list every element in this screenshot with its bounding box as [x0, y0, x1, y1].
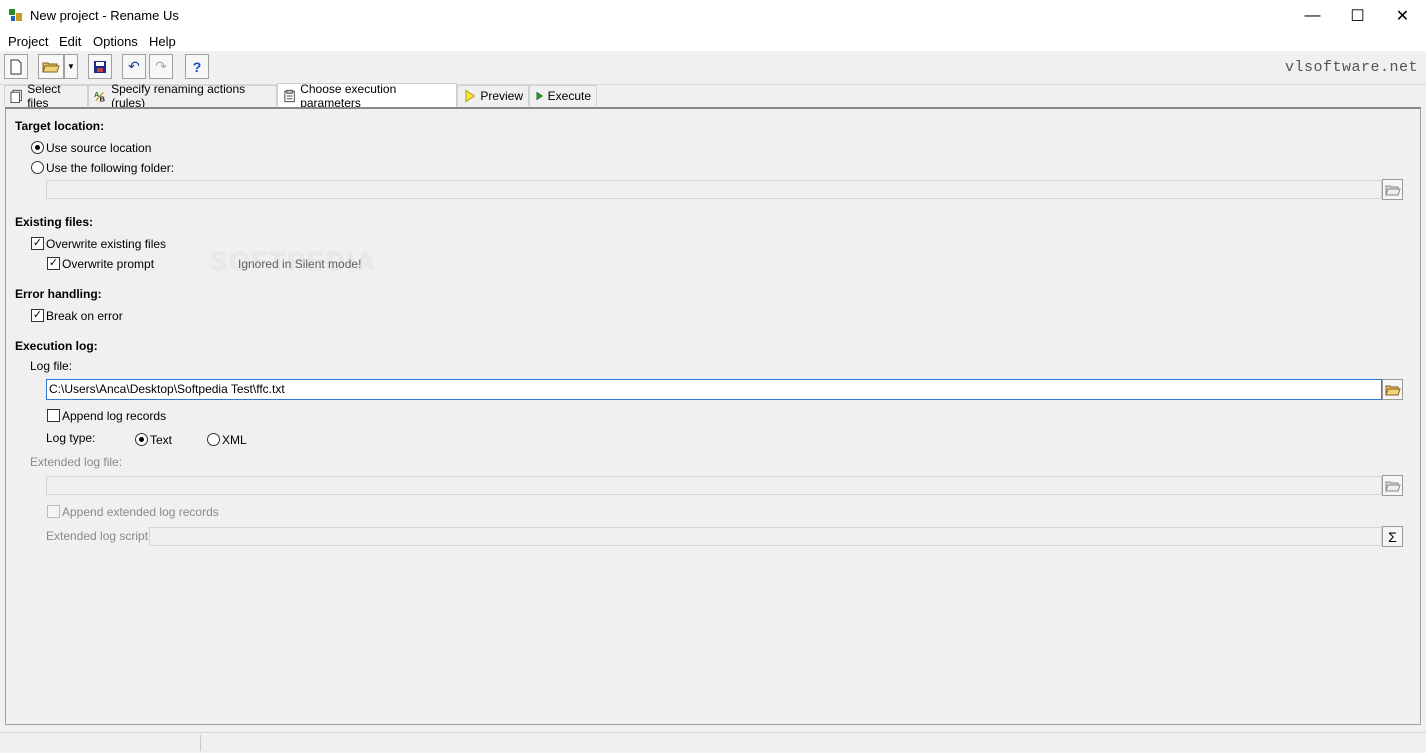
tab-label: Execute [547, 89, 591, 103]
folder-open-icon [1384, 481, 1401, 491]
overwrite-checkbox[interactable]: ✓ [31, 237, 44, 250]
extended-script-field[interactable] [149, 527, 1382, 546]
tab-label: Choose execution parameters [300, 81, 397, 110]
target-location-heading: Target location: [15, 119, 105, 133]
new-button[interactable] [4, 54, 28, 79]
menu-options[interactable]: Options [93, 34, 138, 49]
close-button[interactable]: ✕ [1380, 0, 1425, 31]
break-on-error-checkbox[interactable]: ✓ [31, 309, 44, 322]
log-type-text-label: Text [150, 433, 173, 447]
open-dropdown-button[interactable]: ▼ [64, 54, 78, 79]
overwrite-prompt-checkbox[interactable]: ✓ [47, 257, 60, 270]
status-bar [0, 732, 1426, 753]
extended-script-label: Extended log script: [46, 529, 152, 543]
log-type-text-radio[interactable] [135, 433, 148, 446]
checkmark-icon: ✓ [32, 309, 43, 321]
use-folder-radio[interactable] [31, 161, 44, 174]
minimize-button[interactable]: — [1290, 0, 1335, 31]
brand-label: vlsoftware.net [1284, 59, 1418, 76]
log-file-browse-button[interactable] [1382, 379, 1403, 400]
execution-log-heading: Execution log: [15, 339, 98, 353]
extended-script-button[interactable]: Σ [1382, 526, 1403, 547]
append-extended-checkbox[interactable] [47, 505, 60, 518]
extended-log-field[interactable] [46, 476, 1382, 495]
checkmark-icon: ✓ [48, 257, 59, 269]
menu-help[interactable]: Help [149, 34, 176, 49]
files-icon [10, 89, 22, 103]
redo-button[interactable]: ↷ [149, 54, 173, 79]
maximize-button[interactable]: ☐ [1335, 0, 1380, 31]
chevron-down-icon: ▼ [67, 62, 75, 71]
tab-renaming-rules[interactable]: AB Specify renaming actions (rules) [88, 82, 277, 110]
tab-label: Select files [27, 82, 61, 110]
log-type-label: Log type: [46, 431, 96, 445]
tab-select-files[interactable]: Select files [4, 82, 88, 110]
preview-arrow-icon [465, 89, 476, 103]
tab-preview[interactable]: Preview [457, 85, 529, 106]
redo-icon: ↷ [155, 58, 167, 74]
maximize-icon: ☐ [1350, 7, 1365, 25]
append-extended-label: Append extended log records [62, 505, 219, 519]
undo-icon: ↶ [128, 58, 140, 74]
execute-play-icon [536, 91, 543, 101]
silent-mode-note: Ignored in Silent mode! [238, 257, 362, 271]
close-icon: ✕ [1395, 7, 1410, 25]
execution-parameters-panel [5, 107, 1421, 725]
break-on-error-label: Break on error [46, 309, 123, 323]
append-log-label: Append log records [62, 409, 167, 423]
log-type-xml-label: XML [222, 433, 247, 447]
overwrite-label: Overwrite existing files [46, 237, 167, 251]
save-disk-icon [94, 60, 106, 73]
append-log-checkbox[interactable] [47, 409, 60, 422]
help-icon: ? [192, 58, 202, 75]
tab-label: Preview [480, 89, 523, 103]
menu-edit[interactable]: Edit [59, 34, 81, 49]
target-folder-field[interactable] [46, 180, 1382, 199]
clipboard-icon [284, 89, 295, 102]
error-handling-heading: Error handling: [15, 287, 102, 301]
menu-bar: Project Edit Options Help [0, 31, 1426, 51]
use-folder-label: Use the following folder: [46, 161, 175, 175]
log-type-xml-radio[interactable] [207, 433, 220, 446]
use-source-radio[interactable] [31, 141, 44, 154]
extended-log-label: Extended log file: [30, 455, 123, 469]
open-button[interactable] [38, 54, 64, 79]
use-source-label: Use source location [46, 141, 152, 155]
sigma-icon: Σ [1388, 528, 1397, 545]
target-folder-browse-button[interactable] [1382, 179, 1403, 200]
minimize-icon: — [1304, 6, 1321, 24]
log-file-label: Log file: [30, 359, 73, 373]
window-title: New project - Rename Us [30, 8, 179, 23]
open-folder-icon [42, 62, 60, 72]
folder-open-icon [1384, 185, 1401, 195]
new-document-icon [10, 59, 22, 74]
log-file-input[interactable]: C:\Users\Anca\Desktop\Softpedia Test\ffc… [46, 379, 1382, 400]
menu-project[interactable]: Project [8, 34, 48, 49]
extended-log-browse-button[interactable] [1382, 475, 1403, 496]
help-button[interactable]: ? [185, 54, 209, 79]
title-bar: New project - Rename Us — ☐ ✕ [0, 0, 1426, 31]
status-divider [200, 735, 201, 751]
save-button[interactable] [88, 54, 112, 79]
overwrite-prompt-label: Overwrite prompt [62, 257, 155, 271]
ab-rename-icon: AB [94, 90, 106, 103]
folder-open-icon [1384, 385, 1401, 395]
existing-files-heading: Existing files: [15, 215, 94, 229]
undo-button[interactable]: ↶ [122, 54, 146, 79]
tab-execute[interactable]: Execute [529, 85, 597, 106]
app-icon [9, 9, 22, 21]
toolbar: ▼ ↶ ↷ ? vlsoftware.net [0, 51, 1426, 85]
checkmark-icon: ✓ [32, 237, 43, 249]
tab-execution-parameters[interactable]: Choose execution parameters [277, 81, 457, 110]
tab-label: Specify renaming actions (rules) [111, 82, 246, 110]
